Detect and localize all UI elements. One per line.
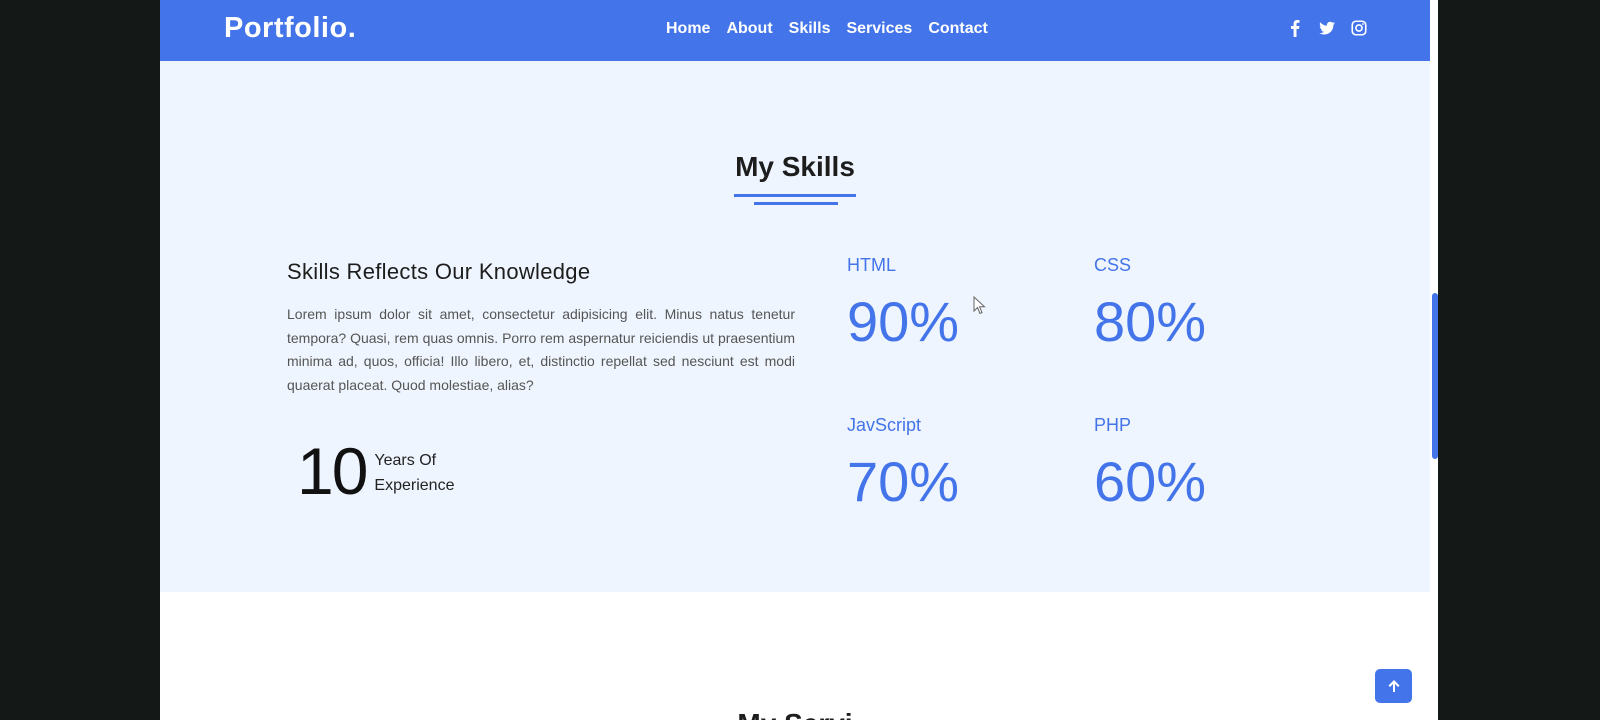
title-underline [734,194,856,197]
nav-menu: Home About Skills Services Contact [666,20,988,38]
title-underline-short [754,202,838,205]
skill-percentage: 90% [847,290,960,353]
skill-html: HTML 90% [847,255,1047,350]
skill-name: CSS [1094,255,1132,275]
nav-link-about[interactable]: About [726,20,772,38]
years-label: Years Of Experience [374,448,454,498]
instagram-icon[interactable] [1350,18,1368,38]
nav-link-home[interactable]: Home [666,20,710,38]
skill-php: PHP 60% [1094,415,1294,510]
skills-section: My Skills Skills Reflects Our Knowledge … [160,61,1430,592]
mouse-cursor-icon [973,296,986,315]
years-label-line2: Experience [374,477,455,494]
skill-name: JavScript [847,415,922,435]
skills-description: Lorem ipsum dolor sit amet, consectetur … [287,306,795,393]
back-to-top-button[interactable] [1375,669,1412,703]
nav-link-contact[interactable]: Contact [928,20,988,38]
skills-subheading: Skills Reflects Our Knowledge [287,259,591,284]
next-section-title: My Servi [160,708,1430,720]
twitter-icon[interactable] [1318,18,1336,38]
scrollbar-thumb[interactable] [1432,293,1438,459]
skill-javascript: JavScript 70% [847,415,1047,510]
brand-logo[interactable]: Portfolio. [224,12,356,45]
section-title: My Skills [735,151,855,182]
years-number: 10 [297,434,368,508]
skill-percentage: 60% [1094,450,1207,513]
skill-css: CSS 80% [1094,255,1294,350]
skill-name: HTML [847,255,896,275]
skill-percentage: 80% [1094,290,1207,353]
browser-viewport: Portfolio. Home About Skills Services Co… [160,0,1438,720]
arrow-up-icon [1388,680,1399,692]
navbar: Portfolio. Home About Skills Services Co… [160,0,1430,61]
social-links [1286,18,1368,38]
skill-percentage: 70% [847,450,960,513]
facebook-icon[interactable] [1286,18,1304,38]
experience-counter: 10 Years Of Experience [297,438,454,504]
skill-name: PHP [1094,415,1132,435]
nav-link-skills[interactable]: Skills [789,20,831,38]
skills-intro: Skills Reflects Our Knowledge Lorem ipsu… [287,259,795,397]
years-label-line1: Years Of [374,452,437,469]
nav-link-services[interactable]: Services [846,20,912,38]
